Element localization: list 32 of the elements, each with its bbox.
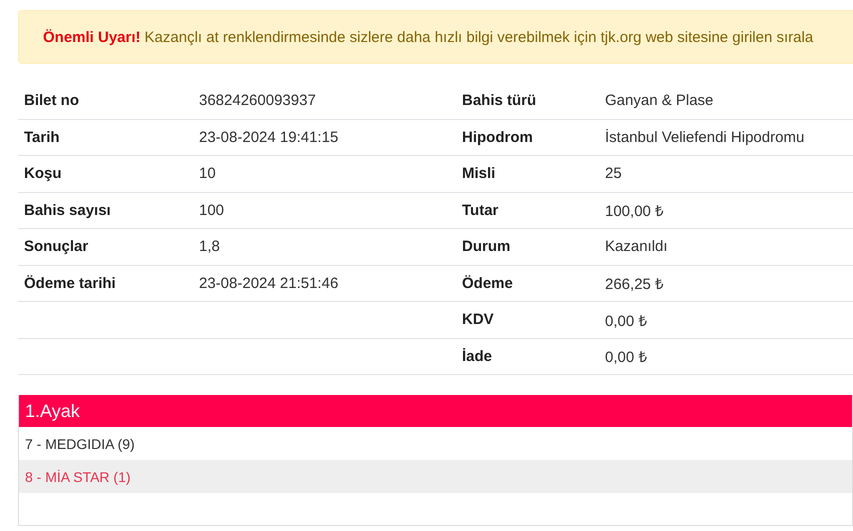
leg-header: 1.Ayak — [19, 395, 852, 427]
field-value: 100 — [199, 202, 224, 219]
field-label: Durum — [462, 238, 510, 256]
field-label: İade — [462, 348, 492, 365]
field-label: Tutar — [462, 202, 498, 219]
field-label: Bilet no — [24, 92, 79, 110]
field-value: 25 — [605, 165, 622, 182]
field-label: Sonuçlar — [24, 238, 88, 256]
field-value: Ganyan & Plase — [605, 92, 714, 110]
field-label: Tarih — [24, 128, 60, 146]
warning-title: Önemli Uyarı! — [43, 28, 141, 46]
field-value: 1,8 — [199, 238, 220, 256]
field-value: Kazanıldı — [605, 238, 668, 256]
field-value: 0,00 ₺ — [605, 348, 648, 366]
field-label: Koşu — [24, 165, 62, 182]
field-value: 23-08-2024 21:51:46 — [199, 274, 338, 292]
field-label: Bahis türü — [462, 92, 536, 110]
horse-row: 8 - MİA STAR (1) — [19, 460, 852, 493]
field-value: İstanbul Veliefendi Hipodromu — [605, 128, 804, 146]
field-value: 36824260093937 — [199, 92, 316, 110]
field-label: Bahis sayısı — [24, 202, 111, 219]
field-label: KDV — [462, 311, 494, 328]
warning-message: Kazançlı at renklendirmesinde sizlere daha hızlı bilgi verebilmek için tjk.org web sitesine girilen sırala — [144, 28, 814, 46]
field-value: 23-08-2024 19:41:15 — [199, 128, 338, 146]
field-label: Ödeme tarihi — [24, 274, 116, 292]
field-label: Misli — [462, 165, 496, 182]
field-value: 100,00 ₺ — [605, 202, 664, 220]
field-value: 10 — [199, 165, 216, 182]
field-label: Hipodrom — [462, 128, 533, 146]
field-value: 0,00 ₺ — [605, 312, 648, 330]
field-value: 266,25 ₺ — [605, 275, 664, 294]
field-label: Ödeme — [462, 274, 513, 292]
